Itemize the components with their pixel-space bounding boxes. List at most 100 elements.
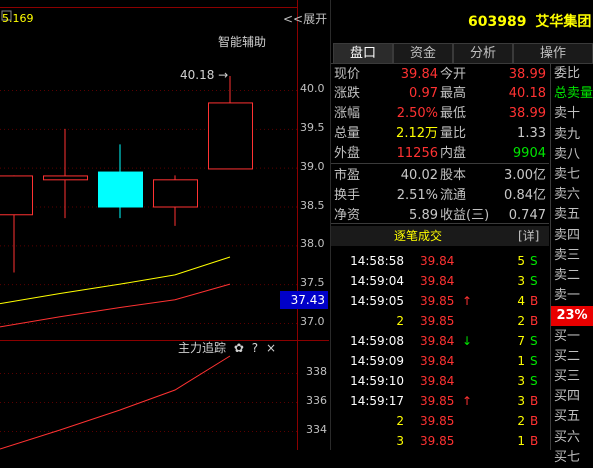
orderbook-level-label: 卖八 xyxy=(554,146,581,162)
trade-side: S xyxy=(530,254,538,268)
trade-volume: 5 xyxy=(517,254,525,268)
orderbook-level-label: 买一 xyxy=(554,328,581,344)
trade-price: 39.84 xyxy=(420,354,455,368)
trade-time: 2 xyxy=(396,414,404,428)
indicator-title[interactable]: 主力追踪 xyxy=(178,341,226,355)
orderbook-level-label: 买六 xyxy=(554,429,581,445)
orderbook-level-label: 卖六 xyxy=(554,187,581,203)
tab-zijin[interactable]: 资金 xyxy=(393,43,453,64)
orderbook-level-label: 买二 xyxy=(554,348,581,364)
quote-divider xyxy=(331,163,549,164)
trade-price: 39.85 xyxy=(420,394,455,408)
quote-value: 0.97 xyxy=(409,86,438,101)
close-icon[interactable]: × xyxy=(266,341,276,355)
arrow-up-icon: ↑ xyxy=(462,294,473,308)
ma-line-red xyxy=(0,283,231,328)
quote-value: 2.12万 xyxy=(396,126,438,141)
trade-row: 2 39.85 2 B xyxy=(332,311,548,331)
trades-detail-link[interactable]: [详] xyxy=(518,226,539,246)
expand-button[interactable]: <<展开 xyxy=(283,10,327,27)
trade-time: 3 xyxy=(396,434,404,448)
arrow-up-icon: ↑ xyxy=(462,394,473,408)
orderbook-level-label: 卖一 xyxy=(554,288,581,304)
indicator-scale-label: 334 xyxy=(306,423,327,436)
trade-side: S xyxy=(530,274,538,288)
candle-body xyxy=(43,175,88,181)
trade-time: 14:58:58 xyxy=(350,254,404,268)
kline-chart-panel[interactable]: 5.169 <<展开 智能辅助 40.18 → 40.0 39.5 39.0 38.5… xyxy=(0,0,329,450)
tab-label: 资金 xyxy=(409,46,436,61)
smart-assist-button[interactable]: 智能辅助 xyxy=(218,33,266,50)
quote-value: 38.99 xyxy=(508,67,546,82)
quote-value: 40.18 xyxy=(508,86,546,101)
quote-label: 股本 xyxy=(440,168,467,183)
current-price-tag-value: 37.43 xyxy=(290,293,325,307)
orderbook-level-label: 买七 xyxy=(554,449,581,465)
quote-label: 今开 xyxy=(440,67,467,82)
candle-body xyxy=(0,175,33,216)
help-icon[interactable]: ? xyxy=(252,341,258,355)
tab-label: 操作 xyxy=(539,46,566,61)
ma-line-yellow xyxy=(0,256,231,305)
trade-side: S xyxy=(530,374,538,388)
tab-caozuo[interactable]: 操作 xyxy=(513,43,593,64)
trade-time: 14:59:10 xyxy=(350,374,404,388)
quote-row: 现价 39.84 今开 38.99 xyxy=(332,65,548,85)
trade-volume: 3 xyxy=(517,374,525,388)
orderbook-divider xyxy=(550,63,551,450)
tab-fenxi[interactable]: 分析 xyxy=(453,43,513,64)
indicator-scale-label: 338 xyxy=(306,365,327,378)
price-scale-label: 38.0 xyxy=(300,237,325,251)
gear-icon[interactable]: ✿ xyxy=(234,341,244,355)
trade-time: 14:59:09 xyxy=(350,354,404,368)
quote-value: 3.00亿 xyxy=(504,168,546,183)
trade-time: 14:59:05 xyxy=(350,294,404,308)
price-scale-label: 39.5 xyxy=(300,120,325,134)
trade-row: 14:58:58 39.84 5 S xyxy=(332,251,548,271)
quote-value: 11256 xyxy=(396,146,438,161)
quote-label: 最高 xyxy=(440,86,467,101)
trade-row: 14:59:04 39.84 3 S xyxy=(332,271,548,291)
orderbook-level-label: 卖二 xyxy=(554,268,581,283)
trade-price: 39.84 xyxy=(420,334,455,348)
quote-value: 9904 xyxy=(512,146,546,161)
quote-row: 涨跌 0.97 最高 40.18 xyxy=(332,84,548,104)
trade-side: B xyxy=(530,314,539,328)
high-annotation-value: 40.18 xyxy=(180,68,215,82)
kline-svg xyxy=(0,0,329,450)
quote-label: 内盘 xyxy=(440,146,467,161)
expand-label: <<展开 xyxy=(283,12,328,26)
tab-label: 分析 xyxy=(469,46,496,61)
trade-time: 14:59:08 xyxy=(350,334,404,348)
quote-row: 换手 2.51% 流通 0.84亿 xyxy=(332,186,548,206)
quote-row: 外盘 11256 内盘 9904 xyxy=(332,144,548,164)
quote-divider-2 xyxy=(331,223,549,224)
candle-body xyxy=(98,171,143,208)
trade-volume: 2 xyxy=(517,314,525,328)
trades-header: 逐笔成交 [详] xyxy=(331,226,549,246)
trade-volume: 3 xyxy=(517,274,525,288)
trade-side: S xyxy=(530,334,538,348)
orderbook-level-label: 买三 xyxy=(554,369,581,384)
trade-price: 39.84 xyxy=(420,274,455,288)
quote-label: 涨幅 xyxy=(334,106,361,121)
order-ratio-badge: 23% xyxy=(551,306,593,327)
price-scale-label: 40.0 xyxy=(300,82,325,95)
trade-price: 39.85 xyxy=(420,294,455,308)
quote-label: 外盘 xyxy=(334,146,361,161)
quote-row: 市盈 40.02 股本 3.00亿 xyxy=(332,166,548,186)
orderbook-level-label: 卖七 xyxy=(554,167,581,182)
ma-partial-value: 5.169 xyxy=(2,12,34,25)
trade-time: 14:59:17 xyxy=(350,394,404,408)
trade-price: 39.85 xyxy=(420,434,455,448)
orderbook-level-label: 委比 xyxy=(554,66,581,81)
trade-time: 2 xyxy=(396,314,404,328)
trade-row: 14:59:10 39.84 3 S xyxy=(332,371,548,391)
quote-value: 1.33 xyxy=(517,126,546,141)
trade-row: 14:59:17 39.85 ↑ 3 B xyxy=(332,391,548,411)
tab-pankou[interactable]: 盘口 xyxy=(333,43,393,64)
quote-value: 39.84 xyxy=(400,67,438,82)
stock-name: 艾华集团 xyxy=(535,14,592,30)
quote-label: 最低 xyxy=(440,106,467,121)
stock-code: 603989 xyxy=(468,14,527,30)
